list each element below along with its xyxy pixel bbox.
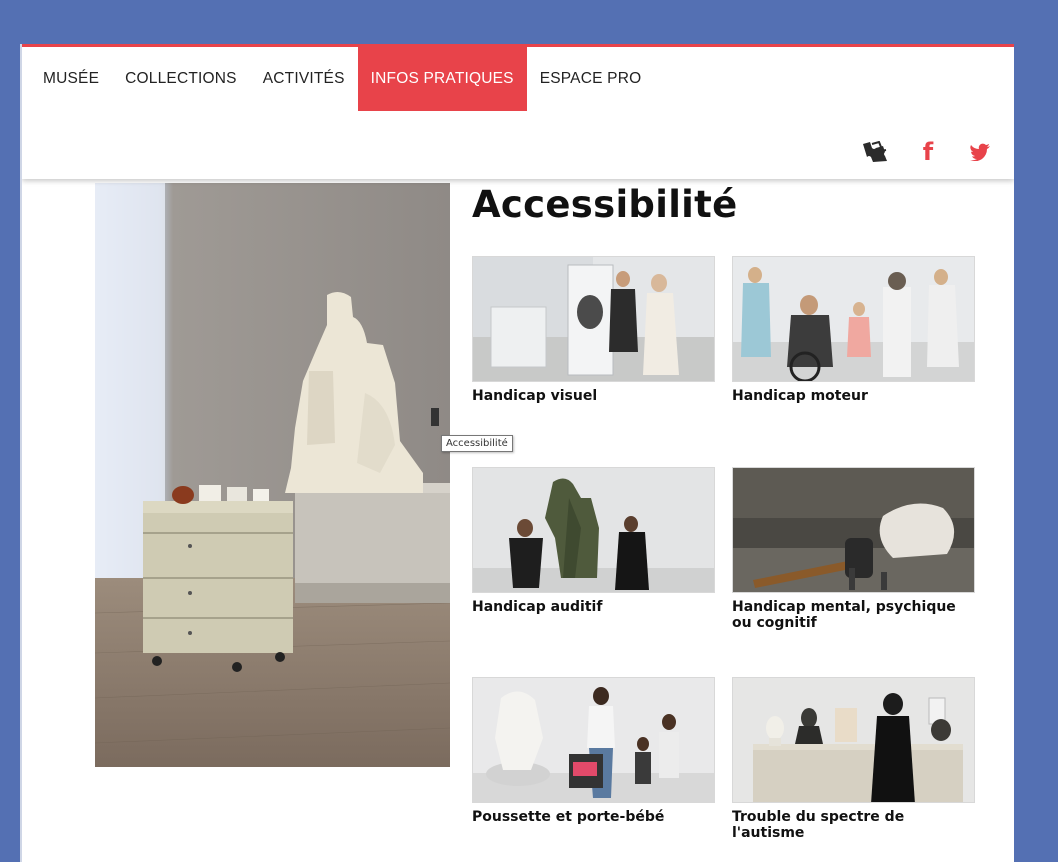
card-autisme[interactable]: Trouble du spectre de l'autisme <box>732 677 975 841</box>
twitter-icon[interactable] <box>966 139 994 165</box>
card-image-visuel[interactable] <box>472 256 715 382</box>
card-image-poussette[interactable] <box>472 677 715 803</box>
site-header: MUSÉE COLLECTIONS ACTIVITÉS INFOS PRATIQ… <box>22 47 1014 179</box>
tooltip: Accessibilité <box>441 435 513 452</box>
card-label[interactable]: Trouble du spectre de l'autisme <box>732 809 975 841</box>
card-image-mental[interactable] <box>732 467 975 593</box>
card-image-auditif[interactable] <box>472 467 715 593</box>
card-handicap-mental[interactable]: Handicap mental, psychique ou cognitif <box>732 467 975 631</box>
card-label[interactable]: Handicap visuel <box>472 388 715 404</box>
social-links: f <box>862 139 994 165</box>
card-label[interactable]: Handicap mental, psychique ou cognitif <box>732 599 975 631</box>
card-poussette[interactable]: Poussette et porte-bébé <box>472 677 715 825</box>
card-image-autisme[interactable] <box>732 677 975 803</box>
nav-item-activites[interactable]: ACTIVITÉS <box>250 47 358 111</box>
nav-item-infos-pratiques[interactable]: INFOS PRATIQUES <box>357 47 527 111</box>
page-title: Accessibilité <box>472 183 738 226</box>
card-handicap-moteur[interactable]: Handicap moteur <box>732 256 975 404</box>
facebook-icon[interactable]: f <box>914 139 942 165</box>
page: MUSÉE COLLECTIONS ACTIVITÉS INFOS PRATIQ… <box>22 44 1014 862</box>
main-nav: MUSÉE COLLECTIONS ACTIVITÉS INFOS PRATIQ… <box>22 47 654 111</box>
nav-item-espace-pro[interactable]: ESPACE PRO <box>527 47 655 111</box>
nav-item-collections[interactable]: COLLECTIONS <box>112 47 250 111</box>
card-label[interactable]: Poussette et porte-bébé <box>472 809 715 825</box>
nav-item-musee[interactable]: MUSÉE <box>22 47 112 111</box>
hero-photo <box>95 183 450 767</box>
card-label[interactable]: Handicap auditif <box>472 599 715 615</box>
card-image-moteur[interactable] <box>732 256 975 382</box>
tickets-icon[interactable] <box>862 139 890 165</box>
card-handicap-visuel[interactable]: Handicap visuel <box>472 256 715 404</box>
card-handicap-auditif[interactable]: Handicap auditif <box>472 467 715 615</box>
card-label[interactable]: Handicap moteur <box>732 388 975 404</box>
